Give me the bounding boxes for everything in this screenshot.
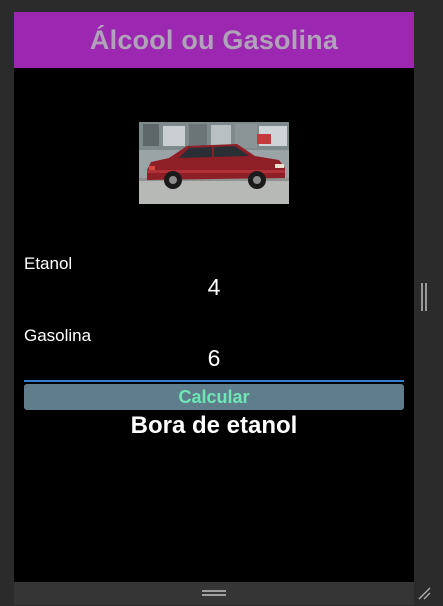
- car-image: [139, 122, 289, 204]
- vertical-grip-icon[interactable]: [421, 283, 427, 311]
- calcular-button[interactable]: Calcular: [24, 384, 404, 410]
- app-window: Álcool ou Gasolina Etanol 4 Gasolina 6 C…: [0, 0, 443, 605]
- resize-grip-icon[interactable]: [416, 585, 432, 601]
- etanol-label: Etanol: [24, 254, 73, 273]
- app-header: Álcool ou Gasolina: [14, 12, 414, 68]
- etanol-input[interactable]: [24, 272, 404, 302]
- page-title: Álcool ou Gasolina: [89, 24, 339, 55]
- gasolina-input[interactable]: [24, 343, 404, 373]
- main-content: Etanol Gasolina Calcular Bora de etanol: [14, 68, 414, 582]
- gasolina-focus-underline: [24, 380, 404, 382]
- horizontal-grip-icon[interactable]: [202, 590, 226, 596]
- result-text: Bora de etanol: [130, 412, 298, 439]
